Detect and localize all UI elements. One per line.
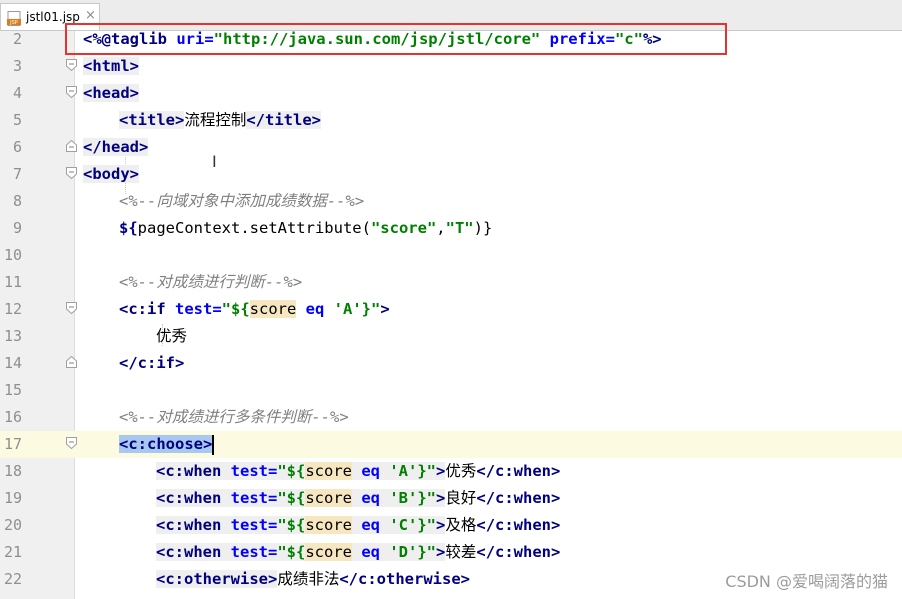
- code-text: <html>: [83, 57, 139, 75]
- line-number: 3: [12, 57, 22, 75]
- fold-end-icon[interactable]: [66, 140, 77, 152]
- code-line-4: 4 <head>: [0, 80, 902, 107]
- selected-tag: <c:choose>: [119, 435, 213, 453]
- line-number: 5: [12, 111, 22, 129]
- fold-end-icon[interactable]: [66, 356, 77, 368]
- line-number: 16: [3, 408, 22, 426]
- code-text: <body>: [83, 165, 139, 183]
- code-text: <c:when test="${score eq 'D'}">较差</c:whe…: [156, 543, 561, 561]
- code-text: <title>流程控制</title>: [119, 111, 321, 129]
- code-text: ${pageContext.setAttribute("score","T")}: [119, 219, 493, 237]
- code-text: </c:if>: [119, 354, 185, 372]
- code-text: 优秀: [156, 327, 188, 345]
- line-number: 22: [3, 570, 22, 588]
- line-number: 6: [12, 138, 22, 156]
- line-number: 7: [12, 165, 22, 183]
- code-text: <c:choose>: [119, 431, 214, 458]
- code-line-5: 5 <title>流程控制</title>: [0, 107, 902, 134]
- code-line-21: 21 <c:when test="${score eq 'D'}">较差</c:…: [0, 539, 902, 566]
- line-number: 13: [3, 327, 22, 345]
- code-text: <c:otherwise>成绩非法</c:otherwise>: [156, 570, 470, 588]
- line-number: 2: [12, 30, 22, 48]
- line-number: 9: [12, 219, 22, 237]
- line-number: 12: [3, 300, 22, 318]
- code-line-13: 13 优秀: [0, 323, 902, 350]
- fold-minus-icon[interactable]: [66, 302, 77, 314]
- line-number: 4: [12, 84, 22, 102]
- line-number: 10: [3, 246, 22, 264]
- code-comment: <%--对成绩进行判断--%>: [119, 273, 303, 291]
- fold-minus-icon[interactable]: [66, 86, 77, 98]
- code-line-17: 17 <c:choose>: [0, 431, 902, 458]
- line-number: 17: [3, 435, 22, 453]
- code-line-18: 18 <c:when test="${score eq 'A'}">优秀</c:…: [0, 458, 902, 485]
- code-line-19: 19 <c:when test="${score eq 'B'}">良好</c:…: [0, 485, 902, 512]
- fold-minus-icon[interactable]: [66, 167, 77, 179]
- close-icon[interactable]: ×: [85, 8, 96, 23]
- code-text: <head>: [83, 84, 139, 102]
- fold-minus-icon[interactable]: [66, 437, 77, 449]
- code-text: </head>: [83, 138, 149, 156]
- code-text: <c:if test="${score eq 'A'}">: [119, 300, 390, 318]
- text-cursor-icon: I: [212, 152, 217, 171]
- line-number: 14: [3, 354, 22, 372]
- code-line-10: 10: [0, 242, 902, 269]
- line-number: 11: [3, 273, 22, 291]
- code-line-16: 16 <%--对成绩进行多条件判断--%>: [0, 404, 902, 431]
- jsp-file-icon: JSP: [7, 11, 21, 26]
- code-line-12: 12 <c:if test="${score eq 'A'}">: [0, 296, 902, 323]
- line-number: 21: [3, 543, 22, 561]
- code-line-14: 14 </c:if>: [0, 350, 902, 377]
- line-number: 19: [3, 489, 22, 507]
- code-line-3: 3 <html>: [0, 53, 902, 80]
- tab-label: jstl01.jsp: [26, 10, 80, 24]
- watermark: CSDN @爱喝阔落的猫: [725, 572, 888, 591]
- code-line-9: 9 ${pageContext.setAttribute("score","T"…: [0, 215, 902, 242]
- code-text: <c:when test="${score eq 'B'}">良好</c:whe…: [156, 489, 561, 507]
- code-line-6: 6 </head>: [0, 134, 902, 161]
- code-line-11: 11 <%--对成绩进行判断--%>: [0, 269, 902, 296]
- code-line-7: 7 <body>: [0, 161, 902, 188]
- code-line-8: 8 <%--向域对象中添加成绩数据--%>: [0, 188, 902, 215]
- line-number: 18: [3, 462, 22, 480]
- line-number: 15: [3, 381, 22, 399]
- line-number: 20: [3, 516, 22, 534]
- code-line-20: 20 <c:when test="${score eq 'C'}">及格</c:…: [0, 512, 902, 539]
- code-line-15: 15: [0, 377, 902, 404]
- fold-minus-icon[interactable]: [66, 59, 77, 71]
- text-caret: [212, 434, 214, 455]
- highlight-box: [65, 23, 727, 55]
- code-comment: <%--向域对象中添加成绩数据--%>: [119, 192, 365, 210]
- code-text: <c:when test="${score eq 'A'}">优秀</c:whe…: [156, 462, 561, 480]
- code-comment: <%--对成绩进行多条件判断--%>: [119, 408, 349, 426]
- line-number: 8: [12, 192, 22, 210]
- code-text: <c:when test="${score eq 'C'}">及格</c:whe…: [156, 516, 561, 534]
